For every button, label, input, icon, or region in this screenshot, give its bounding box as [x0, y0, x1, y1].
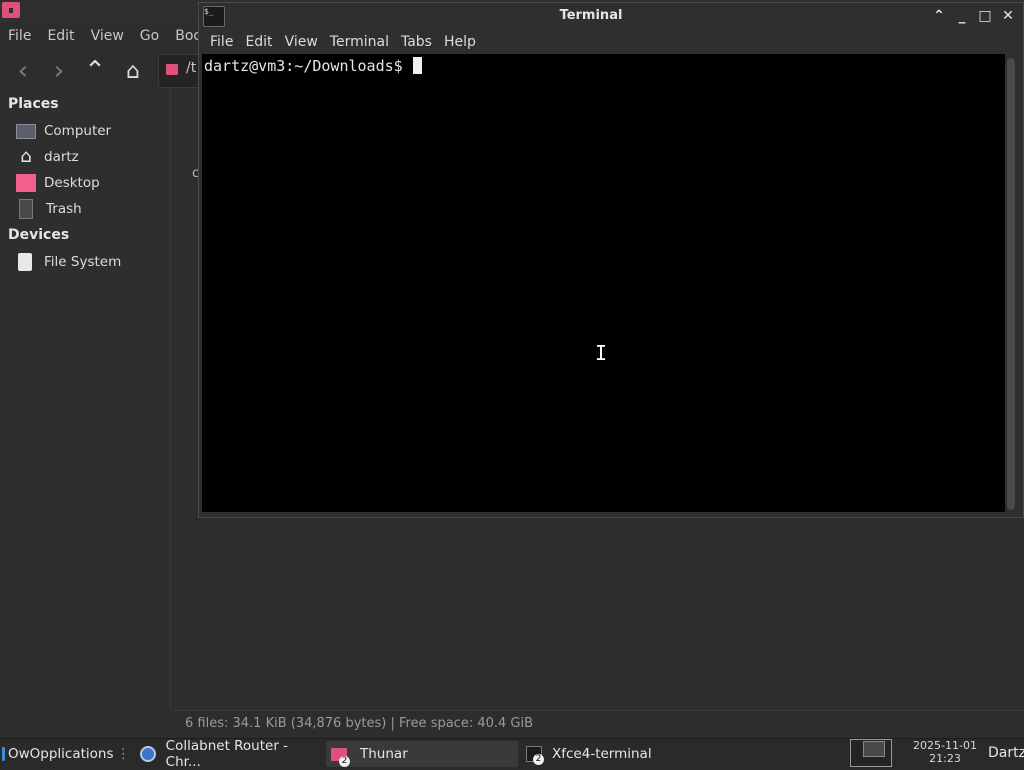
- sidebar-item-label: Trash: [46, 201, 82, 217]
- file-manager-menubar: File Edit View Go Bool: [0, 24, 214, 48]
- drive-icon: [18, 253, 32, 271]
- sidebar-item-trash[interactable]: Trash: [16, 198, 166, 220]
- window-title: Terminal: [559, 8, 623, 23]
- sidebar-item-label: dartz: [44, 149, 79, 165]
- sidebar-item-label: Computer: [44, 123, 112, 139]
- minimize-icon[interactable]: _: [953, 7, 971, 25]
- status-bar: 6 files: 34.1 KiB (34,876 bytes) | Free …: [172, 710, 1024, 737]
- window-count-badge: 2: [533, 754, 544, 765]
- applications-menu-label: OwOpplications: [7, 746, 114, 762]
- task-label: Xfce4-terminal: [552, 746, 652, 762]
- file-manager-app-icon: [2, 2, 20, 18]
- sidebar-item-label: File System: [44, 254, 122, 270]
- close-icon[interactable]: ✕: [999, 7, 1017, 25]
- places-heading: Places: [8, 96, 59, 112]
- home-icon[interactable]: ⌂: [120, 58, 146, 84]
- terminal-screen[interactable]: dartz@vm3:~/Downloads$: [202, 54, 1005, 512]
- applications-menu-button[interactable]: OwOpplications ⋮: [2, 741, 130, 767]
- forward-arrow-icon[interactable]: ›: [46, 56, 72, 86]
- terminal-titlebar[interactable]: $_ Terminal ⌃ _ □ ✕: [199, 3, 1023, 29]
- terminal-prompt-line: dartz@vm3:~/Downloads$: [204, 57, 422, 75]
- ibeam-mouse-pointer-icon: I: [595, 341, 608, 365]
- task-thunar[interactable]: 2 Thunar: [326, 741, 518, 767]
- task-label: Thunar: [360, 746, 408, 762]
- terminal-icon: 2: [526, 746, 544, 765]
- home-icon: ⌂: [20, 146, 32, 167]
- clock-date: 2025-11-01: [913, 739, 977, 752]
- menu-terminal[interactable]: Terminal: [330, 34, 389, 50]
- taskbar: OwOpplications ⋮ Collabnet Router - Chr.…: [0, 738, 1024, 770]
- sidebar-item-home[interactable]: ⌂ dartz: [16, 146, 166, 168]
- desktop-folder-icon: [16, 174, 36, 192]
- status-text: 6 files: 34.1 KiB (34,876 bytes) | Free …: [185, 716, 534, 731]
- maximize-icon[interactable]: □: [976, 7, 994, 25]
- menu-view[interactable]: View: [285, 34, 318, 50]
- roll-up-chevron-icon[interactable]: ⌃: [930, 7, 948, 25]
- menu-file[interactable]: File: [210, 34, 233, 50]
- shell-prompt: dartz@vm3:~/Downloads$: [204, 57, 412, 75]
- clock-time: 21:23: [929, 752, 961, 765]
- location-path: /t: [186, 60, 197, 76]
- chrome-icon: [140, 746, 156, 762]
- task-label: Collabnet Router - Chr...: [165, 738, 289, 770]
- terminal-window: $_ Terminal ⌃ _ □ ✕ File Edit View Termi…: [198, 2, 1024, 518]
- window-count-badge: 2: [339, 755, 350, 767]
- folder-icon: 2: [331, 747, 350, 767]
- trash-icon: [19, 199, 33, 219]
- devices-heading: Devices: [8, 227, 70, 243]
- text-cursor: [412, 57, 422, 74]
- workspace-window-thumbnail: [863, 741, 885, 757]
- workspace-switcher[interactable]: [850, 739, 892, 767]
- clock[interactable]: 2025-11-01 21:23: [906, 739, 984, 765]
- terminal-scrollbar[interactable]: [1007, 58, 1015, 510]
- sidebar-item-computer[interactable]: Computer: [16, 120, 166, 142]
- terminal-menubar: File Edit View Terminal Tabs Help: [199, 31, 477, 53]
- sidebar-item-label: Desktop: [44, 175, 100, 191]
- menu-view[interactable]: View: [91, 28, 124, 44]
- menu-edit[interactable]: Edit: [47, 28, 74, 44]
- menu-tabs[interactable]: Tabs: [401, 34, 432, 50]
- task-chrome[interactable]: Collabnet Router - Chr...: [133, 738, 323, 770]
- separator-handle-icon: ⋮: [116, 746, 131, 762]
- sidebar-item-desktop[interactable]: Desktop: [16, 172, 166, 194]
- menu-help[interactable]: Help: [444, 34, 476, 50]
- menu-file[interactable]: File: [8, 28, 31, 44]
- folder-icon: [166, 64, 178, 75]
- applications-menu-icon: [2, 747, 5, 761]
- side-pane: Places Computer ⌂ dartz Desktop Trash De…: [0, 90, 171, 710]
- task-terminal[interactable]: 2 Xfce4-terminal: [520, 741, 716, 767]
- computer-icon: [16, 123, 36, 139]
- user-name[interactable]: Dartz: [988, 745, 1024, 761]
- parent-folder-up-icon[interactable]: ⌃: [82, 56, 108, 86]
- sidebar-item-file-system[interactable]: File System: [16, 251, 166, 273]
- menu-go[interactable]: Go: [140, 28, 159, 44]
- back-arrow-icon[interactable]: ‹: [10, 56, 36, 86]
- menu-edit[interactable]: Edit: [245, 34, 272, 50]
